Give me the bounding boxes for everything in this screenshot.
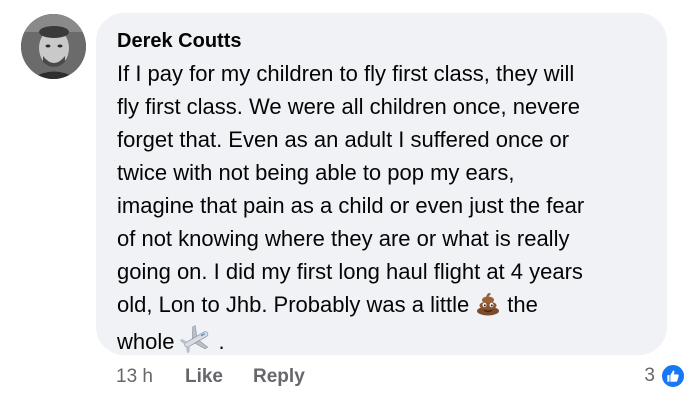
avatar-photo xyxy=(21,14,86,79)
like-button[interactable]: Like xyxy=(185,364,223,390)
comment-line: forget that. Even as an adult I suffered… xyxy=(117,127,570,152)
reactions-summary[interactable]: 3 xyxy=(644,363,686,389)
comment-line: of not knowing where they are or what is… xyxy=(117,226,570,251)
pile-of-poo-icon xyxy=(475,290,501,325)
avatar[interactable] xyxy=(21,14,86,79)
like-thumb-icon xyxy=(660,363,686,389)
comment: Derek Coutts If I pay for my children to… xyxy=(0,0,700,402)
comment-line: whole . xyxy=(117,325,645,362)
comment-actions: 13 h Like Reply xyxy=(116,364,335,390)
reaction-count: 3 xyxy=(644,365,655,386)
timestamp[interactable]: 13 h xyxy=(116,364,153,390)
comment-text: If I pay for my children to fly first cl… xyxy=(117,57,645,362)
comment-line-text: the xyxy=(507,292,538,317)
comment-line: twice with not being able to pop my ears… xyxy=(117,160,515,185)
comment-line-text: . xyxy=(218,329,225,354)
comment-line-text: old, Lon to Jhb. Probably was a little xyxy=(117,292,470,317)
comment-bubble: Derek Coutts If I pay for my children to… xyxy=(96,13,667,355)
comment-line: old, Lon to Jhb. Probably was a little t… xyxy=(117,288,645,325)
comment-line: If I pay for my children to fly first cl… xyxy=(117,61,575,86)
comment-line: going on. I did my first long haul fligh… xyxy=(117,259,583,284)
comment-line: fly first class. We were all children on… xyxy=(117,94,580,119)
reply-button[interactable]: Reply xyxy=(253,364,305,390)
author-name[interactable]: Derek Coutts xyxy=(117,27,645,55)
airplane-icon xyxy=(179,325,212,362)
comment-line: imagine that pain as a child or even jus… xyxy=(117,193,585,218)
comment-line-text: whole xyxy=(117,329,175,354)
